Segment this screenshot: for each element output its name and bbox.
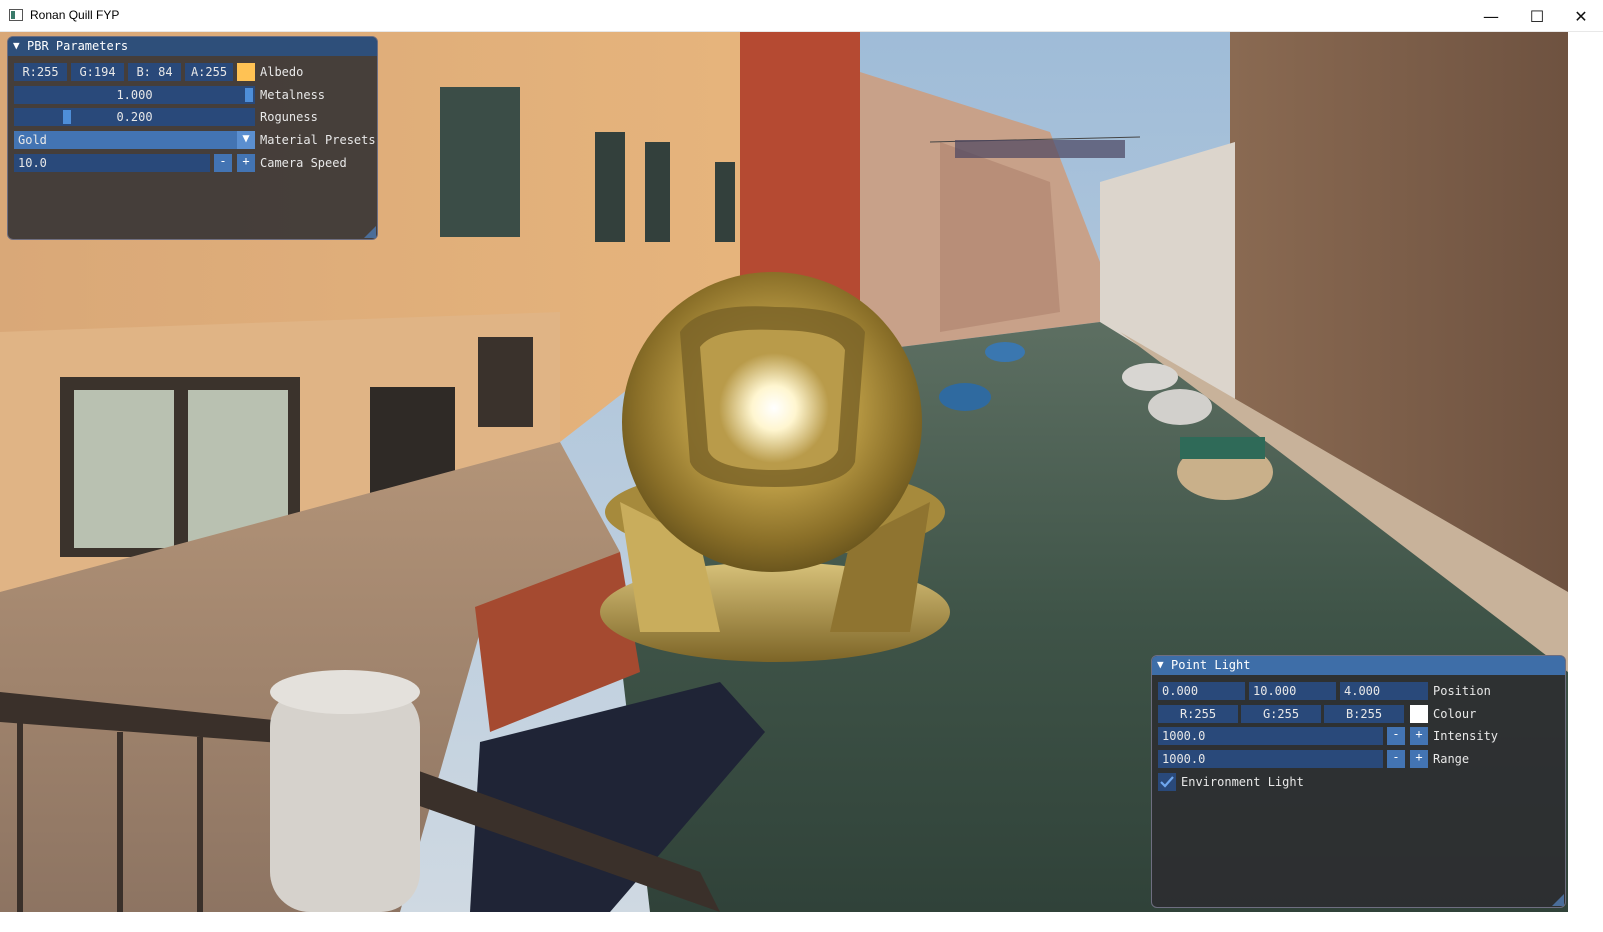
intensity-input[interactable]: 1000.0: [1158, 727, 1383, 745]
albedo-a-field[interactable]: A:255: [185, 63, 233, 81]
position-label: Position: [1433, 684, 1491, 698]
3d-viewport[interactable]: ▼ PBR Parameters R:255 G:194 B: 84 A:255…: [0, 32, 1568, 912]
metalness-value: 1.000: [116, 88, 153, 102]
position-z-field[interactable]: 4.000: [1340, 682, 1428, 700]
intensity-decrement-button[interactable]: -: [1387, 727, 1405, 745]
window-bottom-edge: [0, 912, 1568, 932]
range-decrement-button[interactable]: -: [1387, 750, 1405, 768]
environment-light-checkbox[interactable]: [1158, 773, 1176, 791]
albedo-r-field[interactable]: R:255: [14, 63, 67, 81]
colour-swatch[interactable]: [1410, 705, 1428, 723]
resize-grip-icon[interactable]: [1552, 894, 1564, 906]
app-window: Ronan Quill FYP — ☐ ✕ ▼ PBR Parameters R…: [0, 0, 1603, 932]
minimize-button[interactable]: —: [1468, 0, 1514, 32]
pbr-panel-titlebar[interactable]: ▼ PBR Parameters: [8, 37, 377, 56]
dropdown-arrow-icon[interactable]: ▼: [237, 131, 255, 149]
colour-label: Colour: [1433, 707, 1477, 721]
camera-speed-input[interactable]: 10.0: [14, 154, 210, 172]
minimize-icon: —: [1483, 6, 1499, 26]
intensity-label: Intensity: [1433, 729, 1499, 743]
maximize-button[interactable]: ☐: [1514, 0, 1560, 32]
albedo-g-field[interactable]: G:194: [71, 63, 124, 81]
intensity-increment-button[interactable]: +: [1410, 727, 1428, 745]
close-button[interactable]: ✕: [1558, 0, 1603, 32]
range-label: Range: [1433, 752, 1470, 766]
camera-speed-label: Camera Speed: [260, 156, 347, 170]
roughness-label: Roguness: [260, 110, 318, 124]
position-y-field[interactable]: 10.000: [1249, 682, 1336, 700]
checkmark-icon: [1160, 776, 1174, 788]
window-right-edge: [1568, 32, 1603, 932]
colour-g-field[interactable]: G:255: [1241, 705, 1321, 723]
position-x-field[interactable]: 0.000: [1158, 682, 1245, 700]
camera-speed-increment-button[interactable]: +: [237, 154, 255, 172]
pbr-parameters-panel: ▼ PBR Parameters R:255 G:194 B: 84 A:255…: [7, 36, 378, 240]
albedo-label: Albedo: [260, 65, 304, 79]
roughness-value: 0.200: [116, 110, 153, 124]
pbr-panel-title: PBR Parameters: [27, 39, 129, 53]
albedo-b-field[interactable]: B: 84: [128, 63, 181, 81]
range-increment-button[interactable]: +: [1410, 750, 1428, 768]
app-icon: [9, 9, 23, 21]
collapse-triangle-icon[interactable]: ▼: [1157, 658, 1164, 671]
point-light-panel-titlebar[interactable]: ▼ Point Light: [1152, 656, 1565, 675]
range-input[interactable]: 1000.0: [1158, 750, 1383, 768]
title-bar[interactable]: Ronan Quill FYP — ☐ ✕: [0, 0, 1603, 32]
point-light-panel: ▼ Point Light 0.000 10.000 4.000 Positio…: [1151, 655, 1566, 908]
roughness-slider[interactable]: 0.200: [14, 108, 255, 126]
material-presets-dropdown[interactable]: Gold: [14, 131, 237, 149]
maximize-icon: ☐: [1529, 6, 1545, 26]
point-light-panel-title: Point Light: [1171, 658, 1251, 672]
environment-light-label: Environment Light: [1181, 775, 1304, 789]
material-presets-value: Gold: [18, 133, 47, 147]
resize-grip-icon[interactable]: [364, 226, 376, 238]
albedo-color-swatch[interactable]: [237, 63, 255, 81]
roughness-slider-grab[interactable]: [63, 110, 71, 124]
intensity-value: 1000.0: [1162, 729, 1206, 743]
metalness-slider-grab[interactable]: [245, 88, 253, 102]
colour-r-field[interactable]: R:255: [1158, 705, 1238, 723]
window-title: Ronan Quill FYP: [30, 8, 120, 22]
collapse-triangle-icon[interactable]: ▼: [13, 39, 20, 52]
camera-speed-value: 10.0: [18, 156, 47, 170]
close-icon: ✕: [1574, 6, 1588, 26]
metalness-slider[interactable]: 1.000: [14, 86, 255, 104]
range-value: 1000.0: [1162, 752, 1206, 766]
material-presets-label: Material Presets: [260, 133, 376, 147]
metalness-label: Metalness: [260, 88, 326, 102]
camera-speed-decrement-button[interactable]: -: [214, 154, 232, 172]
colour-b-field[interactable]: B:255: [1324, 705, 1404, 723]
